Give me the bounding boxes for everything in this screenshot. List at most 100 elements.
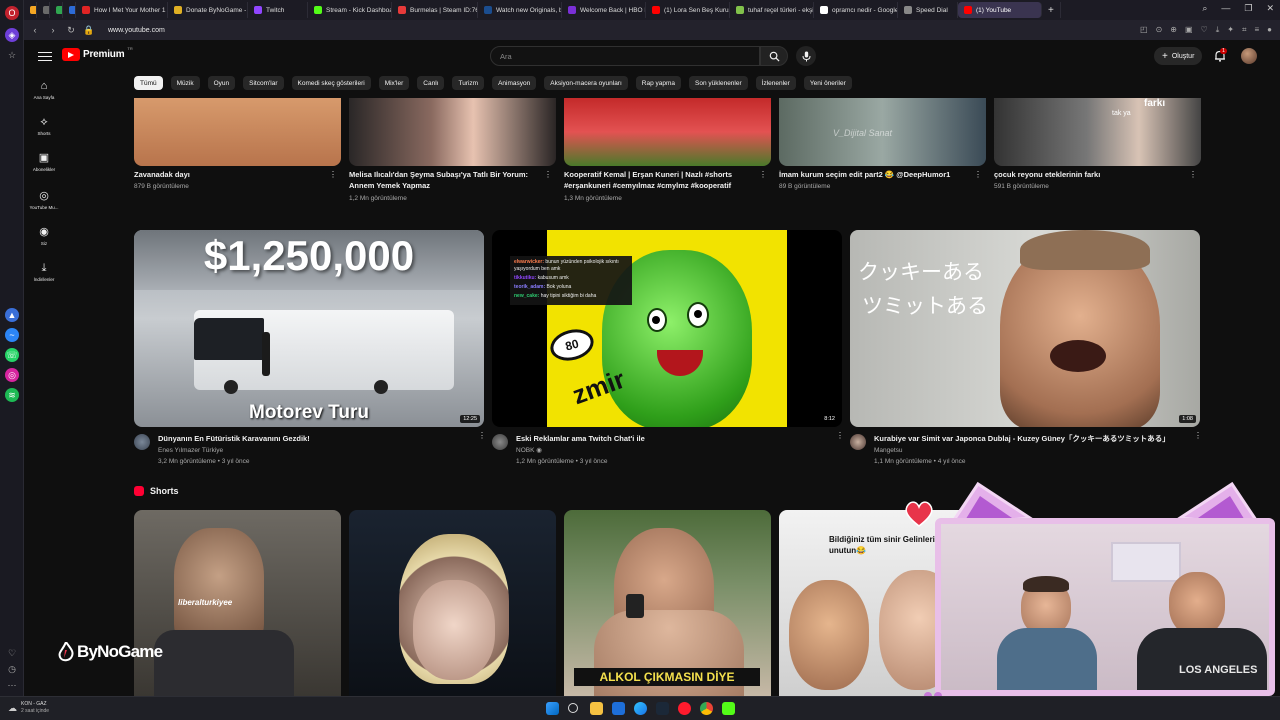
youtube-logo[interactable]: Premium TR (62, 46, 133, 61)
short-title[interactable]: Kooperatif Kemal | Erşan Kuneri | Nazlı … (564, 170, 754, 180)
file-explorer-icon[interactable] (590, 702, 603, 715)
channel-avatar[interactable] (850, 434, 866, 450)
history-icon[interactable]: ◷ (5, 662, 19, 676)
filter-chip[interactable]: İzlenenler (755, 76, 796, 90)
more-actions-icon[interactable]: ⋮ (974, 171, 982, 179)
browser-tab[interactable] (37, 2, 50, 18)
filter-chip[interactable]: Animasyon (492, 76, 537, 90)
search-input[interactable]: Ara (490, 46, 760, 66)
guide-item[interactable]: ⌂ Ana Sayfa (24, 80, 64, 100)
browser-tab[interactable]: Speed Dial (898, 2, 958, 18)
filter-chip[interactable]: Komedi skeç gösterileri (291, 76, 371, 90)
outlook-icon[interactable] (612, 702, 625, 715)
filter-chip[interactable]: Rap yapma (635, 76, 682, 90)
video-title[interactable]: Dünyanın En Fütüristik Karavanını Gezdik… (158, 434, 458, 444)
edge-icon[interactable] (634, 702, 647, 715)
video-card[interactable]: 80 zmir elwarwicker: bunun yüzünden psik… (492, 230, 844, 470)
taskbar-search-icon[interactable] (568, 703, 578, 713)
snapshot-icon[interactable]: ⌗ (1242, 25, 1247, 35)
channel-name[interactable]: Mangetsu (874, 446, 903, 455)
browser-tab[interactable] (50, 2, 63, 18)
short-title-line2[interactable]: #erşankuneri #cemyılmaz #cmylmz #koopera… (564, 181, 754, 191)
hamburger-menu-icon[interactable] (38, 49, 52, 63)
forward-icon[interactable]: › (46, 25, 60, 35)
browser-tab[interactable]: Stream - Kick Dashboard (308, 2, 392, 18)
short-title[interactable]: Melisa Ilıcalı'dan Şeyma Subaşı'ya Tatlı… (349, 170, 539, 180)
new-tab-button[interactable]: + (1042, 2, 1061, 18)
short-thumbnail[interactable] (349, 510, 556, 696)
browser-tab[interactable]: Burmelas | Steam ID:7656 (392, 2, 478, 18)
short-title[interactable]: Zavanadak dayı (134, 170, 324, 180)
account-icon[interactable]: ● (1267, 25, 1272, 35)
short-card[interactable]: Melisa Ilıcalı'dan Şeyma Subaşı'ya Tatlı… (349, 98, 556, 208)
channel-name[interactable]: Enes Yılmazer Türkiye (158, 446, 223, 455)
extension-icon[interactable]: ◰ (1140, 25, 1148, 35)
browser-tab[interactable]: Watch new Originals, blo (478, 2, 562, 18)
create-button[interactable]: + Oluştur (1154, 47, 1203, 65)
browser-tab[interactable]: (1) Lora Sen Beş Kuruş Et (646, 2, 730, 18)
guide-item[interactable]: ▣ Abonelikler (24, 152, 64, 172)
heart-icon[interactable]: ♡ (5, 646, 19, 660)
browser-tab[interactable]: Twitch (248, 2, 308, 18)
filter-chip[interactable]: Sitcom'lar (243, 76, 284, 90)
video-card[interactable]: $1,250,000 Motorev Turu 12:25 Dünyanın E… (134, 230, 486, 470)
browser-tab[interactable]: (1) YouTube (958, 2, 1042, 18)
weather-widget[interactable]: ☁ KON - GAZ 2 saat içinde (8, 701, 49, 715)
search-button[interactable] (760, 46, 788, 66)
more-actions-icon[interactable]: ⋮ (1189, 171, 1197, 179)
filter-chip[interactable]: Turizm (452, 76, 485, 90)
minimize-icon[interactable]: — (1221, 3, 1230, 14)
voice-search-button[interactable] (796, 46, 816, 66)
browser-tab[interactable] (24, 2, 37, 18)
account-avatar[interactable] (1241, 48, 1257, 64)
guide-item[interactable]: ⟡ Shorts (24, 116, 64, 136)
puzzle-icon[interactable]: ✦ (1227, 25, 1234, 35)
browser-tab[interactable]: opramcı nedir - Google'd (814, 2, 898, 18)
whatsapp-icon[interactable]: ☏ (5, 348, 19, 362)
filter-chip[interactable]: Mix'ler (378, 76, 410, 90)
short-thumbnail[interactable] (349, 98, 556, 166)
more-actions-icon[interactable]: ⋮ (478, 432, 486, 440)
url-field[interactable]: www.youtube.com (108, 27, 165, 34)
short-thumbnail[interactable]: farkı tak ya (994, 98, 1201, 166)
video-thumbnail[interactable]: クッキーある ツミットある 1:08 (850, 230, 1200, 427)
short-title[interactable]: çocuk reyonu eteklerinin farkı (994, 170, 1184, 180)
filter-chip[interactable]: Oyun (207, 76, 236, 90)
kick-icon[interactable] (722, 702, 735, 715)
filter-chip[interactable]: Aksiyon-macera oyunları (544, 76, 628, 90)
filter-chip[interactable]: Müzik (170, 76, 200, 90)
short-card[interactable]: V_Dijital Sanat İmam kurum seçim edit par… (779, 98, 986, 208)
browser-tab[interactable]: Welcome Back | HBO Max (562, 2, 646, 18)
more-actions-icon[interactable]: ⋮ (329, 171, 337, 179)
speed-dial-icon[interactable]: ☆ (5, 48, 19, 62)
channel-avatar[interactable] (492, 434, 508, 450)
channel-name[interactable]: NOBK ◉ (516, 446, 542, 455)
video-title[interactable]: Kurabiye var Simit var Japonca Dublaj - … (874, 434, 1184, 444)
filter-chip[interactable]: Tümü (134, 76, 163, 90)
more-icon[interactable]: ⋯ (5, 678, 19, 692)
windows-start-icon[interactable] (546, 702, 559, 715)
vpn-icon[interactable]: ▣ (1185, 25, 1193, 35)
guide-item[interactable]: ◉ Siz (24, 226, 64, 246)
close-icon[interactable]: ✕ (1266, 3, 1274, 14)
short-thumbnail[interactable] (134, 98, 341, 166)
filter-chip[interactable]: Son yüklenenler (689, 76, 748, 90)
browser-tab[interactable]: How I Met Your Mother 1 (76, 2, 168, 18)
browser-tab[interactable] (63, 2, 76, 18)
messenger-icon[interactable]: ▲ (5, 308, 19, 322)
easy-setup-icon[interactable]: ≡ (1254, 25, 1259, 35)
browser-tab[interactable]: Donate ByNoGame - Stre (168, 2, 248, 18)
short-thumbnail[interactable]: V_Dijital Sanat (779, 98, 986, 166)
search-tabs-icon[interactable]: ⌕ (1202, 3, 1207, 14)
guide-item[interactable]: ⤓ İndirilenler (24, 262, 64, 282)
camera-icon[interactable]: ⊙ (1156, 25, 1163, 35)
opera-logo-icon[interactable]: O (5, 6, 19, 20)
short-thumbnail[interactable] (564, 98, 771, 166)
spotify-icon[interactable]: ≋ (5, 388, 19, 402)
more-actions-icon[interactable]: ⋮ (836, 432, 844, 440)
download-icon[interactable]: ⤓ (1216, 25, 1220, 35)
filter-chip[interactable]: Yeni öneriler (803, 76, 852, 90)
messenger-chat-icon[interactable]: ~ (5, 328, 19, 342)
steam-icon[interactable] (656, 702, 669, 715)
back-icon[interactable]: ‹ (28, 25, 42, 35)
